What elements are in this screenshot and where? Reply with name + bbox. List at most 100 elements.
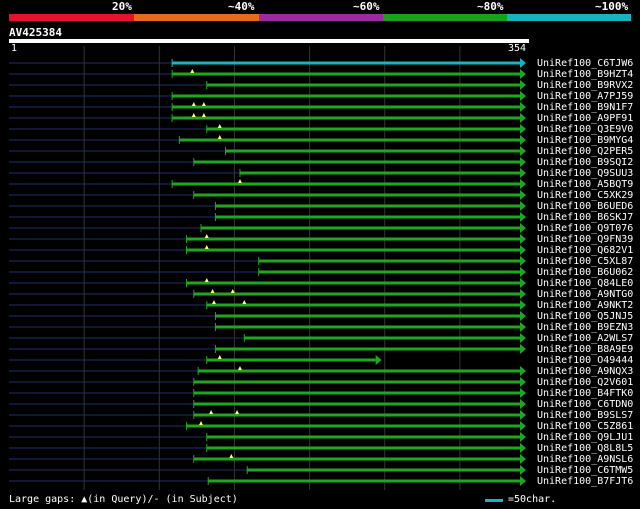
hit-label[interactable]: UniRef100_B9EZN3	[537, 322, 633, 333]
hit-label[interactable]: UniRef100_A9NQX3	[537, 366, 633, 377]
hit-label[interactable]: UniRef100_Q8L8L5	[537, 443, 633, 454]
hit-label[interactable]: UniRef100_C6TMW5	[537, 465, 633, 476]
hit-label[interactable]: UniRef100_A9NSL6	[537, 454, 633, 465]
hit-label[interactable]: UniRef100_A5BQT9	[537, 179, 633, 190]
hit-label[interactable]: UniRef100_B6UED6	[537, 201, 633, 212]
alignment-end-arrow	[520, 245, 526, 255]
hit-row[interactable]	[9, 388, 526, 398]
hit-label[interactable]: UniRef100_B9MYG4	[537, 135, 633, 146]
query-gap-marker	[198, 421, 203, 425]
hit-row[interactable]	[9, 289, 526, 299]
hit-row[interactable]	[9, 333, 526, 343]
alignment-end-arrow	[520, 212, 526, 222]
hit-label[interactable]: UniRef100_Q5JNJ5	[537, 311, 633, 322]
scale-key	[485, 499, 503, 502]
alignment-bar	[258, 259, 520, 263]
hit-row[interactable]	[9, 223, 526, 233]
hit-row[interactable]	[9, 135, 526, 145]
alignment-bar	[206, 446, 520, 450]
hit-row[interactable]	[9, 267, 526, 277]
hit-label[interactable]: UniRef100_C5XK29	[537, 190, 633, 201]
hit-label[interactable]: UniRef100_B4FTK0	[537, 388, 633, 399]
alignment-end-arrow	[520, 344, 526, 354]
query-gap-marker	[209, 410, 214, 414]
alignment-end-arrow	[520, 388, 526, 398]
hit-row[interactable]	[9, 212, 526, 222]
hit-row[interactable]	[9, 201, 526, 211]
hit-row[interactable]	[9, 410, 526, 420]
hit-label[interactable]: UniRef100_Q84LE0	[537, 278, 633, 289]
hit-row[interactable]	[9, 58, 526, 68]
alignment-end-arrow	[520, 476, 526, 486]
hit-label[interactable]: UniRef100_O49444	[537, 355, 633, 366]
hit-row[interactable]	[9, 465, 526, 475]
hit-row[interactable]	[9, 124, 526, 134]
alignment-end-arrow	[520, 190, 526, 200]
alignment-end-arrow	[520, 322, 526, 332]
hit-row[interactable]	[9, 366, 526, 376]
hit-label[interactable]: UniRef100_B9SLS7	[537, 410, 633, 421]
hit-row[interactable]	[9, 80, 526, 90]
alignment-bar	[193, 160, 520, 164]
hit-label[interactable]: UniRef100_C5XL87	[537, 256, 633, 267]
hit-label[interactable]: UniRef100_B6SKJ7	[537, 212, 633, 223]
hit-label[interactable]: UniRef100_Q9T076	[537, 223, 633, 234]
hit-label[interactable]: UniRef100_A2WLS7	[537, 333, 633, 344]
hit-label[interactable]: UniRef100_Q2V601	[537, 377, 633, 388]
hit-row[interactable]	[9, 179, 526, 189]
hit-row[interactable]	[9, 157, 526, 167]
hit-label[interactable]: UniRef100_Q2PER5	[537, 146, 633, 157]
hit-label[interactable]: UniRef100_C5Z861	[537, 421, 633, 432]
alignment-bar	[258, 270, 520, 274]
alignment-bar	[206, 358, 376, 362]
hit-row[interactable]	[9, 443, 526, 453]
hit-row[interactable]	[9, 454, 526, 464]
hit-label[interactable]: UniRef100_B8A9E9	[537, 344, 633, 355]
hit-row[interactable]	[9, 245, 526, 255]
hit-row[interactable]	[9, 168, 526, 178]
hit-label[interactable]: UniRef100_A9NKT2	[537, 300, 633, 311]
hit-row[interactable]	[9, 377, 526, 387]
alignment-end-arrow	[520, 69, 526, 79]
hit-label[interactable]: UniRef100_Q9SUU3	[537, 168, 633, 179]
hit-row[interactable]	[9, 421, 526, 431]
hit-label[interactable]: UniRef100_B9N1F7	[537, 102, 633, 113]
hit-row[interactable]	[9, 344, 526, 354]
hit-label[interactable]: UniRef100_C6TDN0	[537, 399, 633, 410]
hit-label[interactable]: UniRef100_A9NTG0	[537, 289, 633, 300]
hit-row[interactable]	[9, 113, 526, 123]
hit-row[interactable]	[9, 399, 526, 409]
hit-row[interactable]	[9, 322, 526, 332]
query-gap-marker	[191, 102, 196, 106]
hit-label[interactable]: UniRef100_B9SQI2	[537, 157, 633, 168]
hit-row[interactable]	[9, 91, 526, 101]
hit-row[interactable]	[9, 256, 526, 266]
hit-row[interactable]	[9, 311, 526, 321]
alignment-end-arrow	[520, 135, 526, 145]
hit-row[interactable]	[9, 69, 526, 79]
hit-row[interactable]	[9, 190, 526, 200]
hit-label[interactable]: UniRef100_B9HZT4	[537, 69, 633, 80]
hit-row[interactable]	[9, 278, 526, 288]
hit-label[interactable]: UniRef100_A9PF91	[537, 113, 633, 124]
hit-label[interactable]: UniRef100_B9RVX2	[537, 80, 633, 91]
hit-label[interactable]: UniRef100_C6TJW6	[537, 58, 633, 69]
hit-row[interactable]	[9, 234, 526, 244]
hit-label[interactable]: UniRef100_Q9LJU1	[537, 432, 633, 443]
hit-label[interactable]: UniRef100_Q9FN39	[537, 234, 633, 245]
hit-row[interactable]	[9, 300, 526, 310]
hit-row[interactable]	[9, 146, 526, 156]
hit-label[interactable]: UniRef100_Q682V1	[537, 245, 633, 256]
hit-label[interactable]: UniRef100_B7FJT6	[537, 476, 633, 487]
alignment-bar	[239, 171, 520, 175]
alignment-end-arrow	[520, 289, 526, 299]
hit-row[interactable]	[9, 355, 382, 365]
alignment-end-arrow	[520, 410, 526, 420]
alignment-bar	[215, 314, 520, 318]
hit-label[interactable]: UniRef100_B6U062	[537, 267, 633, 278]
hit-row[interactable]	[9, 102, 526, 112]
hit-label[interactable]: UniRef100_Q3E9V0	[537, 124, 633, 135]
hit-label[interactable]: UniRef100_A7PJ59	[537, 91, 633, 102]
hit-row[interactable]	[9, 432, 526, 442]
hit-row[interactable]	[9, 476, 526, 486]
